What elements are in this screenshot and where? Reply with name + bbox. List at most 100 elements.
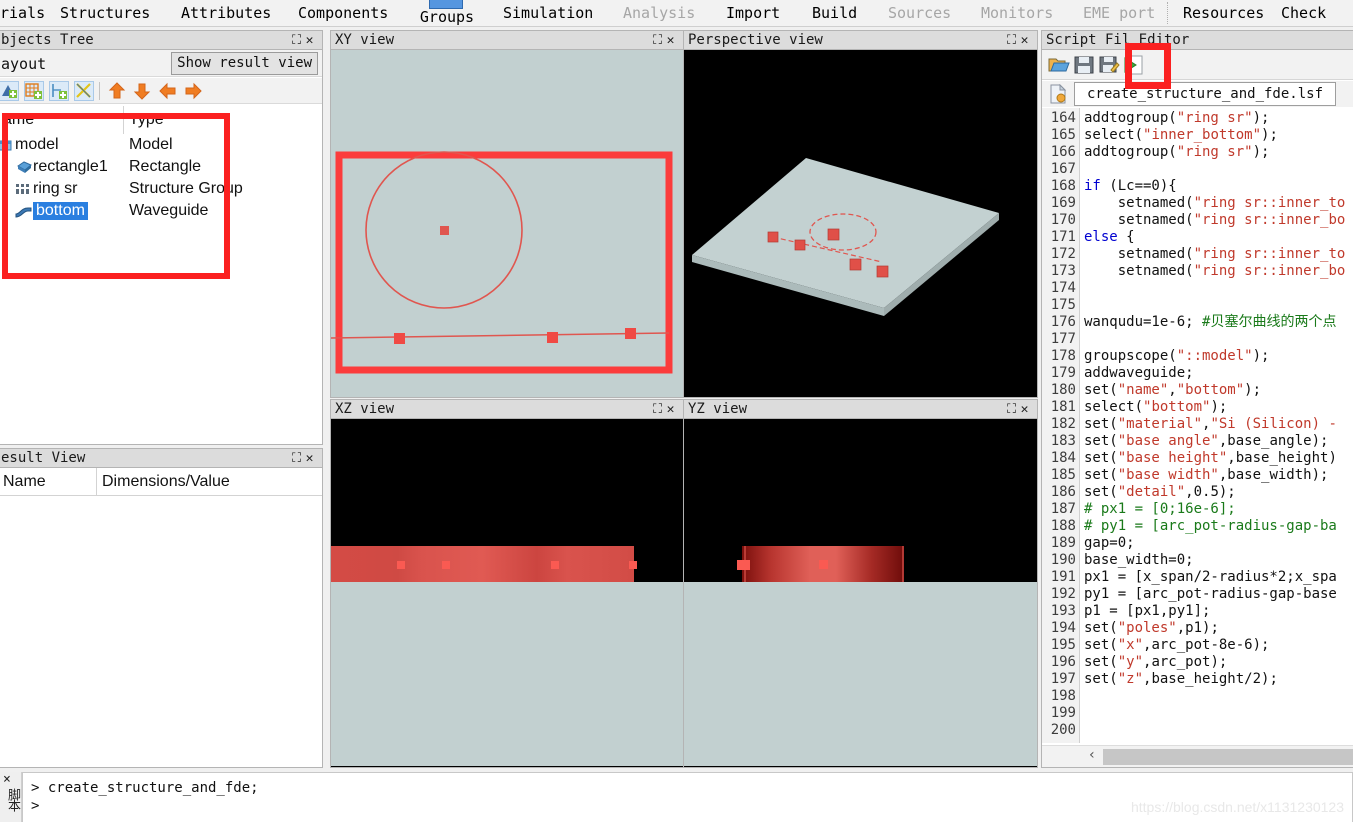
yz-view-canvas[interactable] [684,419,1037,767]
code-line[interactable]: set("base width",base_width); [1084,467,1328,484]
console-vertical-tab[interactable]: 脚本 [3,788,22,810]
menu-item-attributes[interactable]: Attributes [181,0,271,27]
menu-item-analysis[interactable]: Analysis [623,0,695,27]
save-file-icon[interactable] [1073,54,1095,76]
yz-view-title: YZ view ⛶✕ [683,399,1038,419]
xz-view-canvas[interactable] [331,419,683,767]
undock-icon[interactable]: ⛶ [292,449,305,467]
script-file-tab[interactable]: create_structure_and_fde.lsf [1074,82,1337,106]
code-line[interactable]: set("detail",0.5); [1084,484,1236,501]
close-icon[interactable]: ✕ [666,31,679,49]
scroll-left-icon[interactable]: ‹ [1082,746,1102,767]
move-up-icon[interactable] [107,81,127,101]
move-left-icon[interactable] [158,81,178,101]
code-line[interactable]: setnamed("ring sr::inner_to [1084,195,1346,212]
code-line[interactable]: set("base angle",base_angle); [1084,433,1328,450]
xz-view-body[interactable] [330,419,684,768]
code-line[interactable]: # px1 = [0;16e-6]; [1084,501,1236,518]
tree-row-name[interactable]: ring sr [33,180,77,198]
code-line[interactable]: set("y",arc_pot); [1084,654,1227,671]
code-line[interactable]: base_width=0; [1084,552,1194,569]
close-icon[interactable]: ✕ [1020,31,1033,49]
add-analysis-icon[interactable] [74,81,94,101]
menu-item-resources[interactable]: Resources [1183,0,1264,27]
tree-row[interactable]: bottom Waveguide [0,200,322,222]
menu-item-import[interactable]: Import [726,0,780,27]
menu-item-sources[interactable]: Sources [888,0,951,27]
close-icon[interactable]: × [3,772,11,787]
run-script-icon[interactable] [1123,54,1145,76]
code-line[interactable]: wanqudu=1e-6; #贝塞尔曲线的两个点 [1084,314,1336,331]
menu-item-monitors[interactable]: Monitors [981,0,1053,27]
menubar-separator [1167,2,1169,24]
code-line[interactable]: # py1 = [arc_pot-radius-gap-ba [1084,518,1337,535]
menu-item-rials[interactable]: rials [0,0,45,27]
move-right-icon[interactable] [183,81,203,101]
tree-row-name[interactable]: rectangle1 [33,158,108,176]
script-editor-hscrollbar[interactable]: ‹ [1042,745,1353,767]
tree-col-name: ame [3,111,35,128]
line-number: 171 [1050,229,1076,245]
menu-item-build[interactable]: Build [812,0,857,27]
code-line[interactable]: groupscope("::model"); [1084,348,1269,365]
code-line[interactable]: gap=0; [1084,535,1135,552]
code-line[interactable]: setnamed("ring sr::inner_to [1084,246,1346,263]
xz-view-panel: XZ view ⛶✕ [330,399,684,768]
open-file-icon[interactable] [1048,54,1070,76]
script-editor-body: create_structure_and_fde.lsf 164 165 166 16… [1041,50,1353,768]
perspective-view-canvas[interactable] [684,50,1037,397]
close-icon[interactable]: ✕ [305,449,318,467]
code-line[interactable]: setnamed("ring sr::inner_bo [1084,212,1346,229]
code-line[interactable]: py1 = [arc_pot-radius-gap-base [1084,586,1337,603]
code-line[interactable]: set("name","bottom"); [1084,382,1261,399]
code-line[interactable]: setnamed("ring sr::inner_bo [1084,263,1346,280]
undock-icon[interactable]: ⛶ [653,31,666,49]
tree-row[interactable]: rectangle1 Rectangle [0,156,322,178]
tree-row[interactable]: ring sr Structure Group [0,178,322,200]
code-line[interactable]: else { [1084,229,1135,246]
menu-item-eme-port[interactable]: EME port [1083,0,1155,27]
xy-view-canvas[interactable] [331,50,683,397]
code-line[interactable]: set("z",base_height/2); [1084,671,1278,688]
code-line[interactable]: px1 = [x_span/2-radius*2;x_spa [1084,569,1337,586]
script-editor-code[interactable]: 164 165 166 167 168 169 170 171 172 173 174 175 176 1… [1042,108,1353,743]
code-line[interactable]: set("x",arc_pot-8e-6); [1084,637,1269,654]
show-result-view-button[interactable]: Show result view [171,52,318,75]
menu-item-simulation[interactable]: Simulation [503,0,593,27]
code-line[interactable]: set("poles",p1); [1084,620,1219,637]
code-line[interactable]: addtogroup("ring sr"); [1084,110,1269,127]
undock-icon[interactable]: ⛶ [1007,31,1020,49]
yz-view-body[interactable] [683,419,1038,768]
result-view-panel: esult View ⛶✕ Name Dimensions/Value [0,448,323,768]
code-line[interactable]: addwaveguide; [1084,365,1194,382]
close-icon[interactable]: ✕ [666,400,679,418]
tree-row-name[interactable]: bottom [33,202,88,220]
save-as-file-icon[interactable] [1098,54,1120,76]
code-line[interactable]: select("inner_bottom"); [1084,127,1278,144]
undock-icon[interactable]: ⛶ [653,400,666,418]
close-icon[interactable]: ✕ [305,31,318,49]
script-prompt-console[interactable]: > create_structure_and_fde; > https://bl… [22,772,1353,822]
xy-view-body[interactable] [330,50,684,398]
code-line[interactable]: addtogroup("ring sr"); [1084,144,1269,161]
add-object-icon[interactable] [0,81,19,101]
menu-item-groups[interactable]: Groups [416,0,478,27]
add-mesh-icon[interactable] [24,81,44,101]
tree-row[interactable]: model Model [0,134,322,156]
menu-item-structures[interactable]: Structures [60,0,150,27]
code-line[interactable]: select("bottom"); [1084,399,1227,416]
perspective-view-body[interactable] [683,50,1038,398]
undock-icon[interactable]: ⛶ [1007,400,1020,418]
tree-row-name[interactable]: model [15,136,59,154]
code-line[interactable]: set("base height",base_height) [1084,450,1337,467]
undock-icon[interactable]: ⛶ [292,31,305,49]
code-line[interactable]: p1 = [px1,py1]; [1084,603,1210,620]
menu-item-components[interactable]: Components [298,0,388,27]
close-icon[interactable]: ✕ [1020,400,1033,418]
move-down-icon[interactable] [132,81,152,101]
hscroll-thumb[interactable] [1103,749,1353,765]
code-line[interactable]: if (Lc==0){ [1084,178,1177,195]
code-line[interactable]: set("material","Si (Silicon) - [1084,416,1337,433]
add-port-icon[interactable] [49,81,69,101]
menu-item-check[interactable]: Check [1281,0,1326,27]
